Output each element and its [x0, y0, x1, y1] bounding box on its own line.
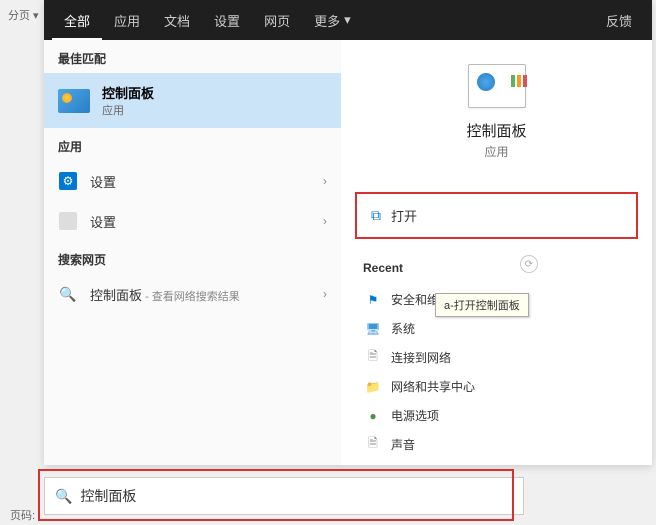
outer-tab: 分页 ▾ — [0, 5, 47, 25]
tab-apps[interactable]: 应用 — [102, 1, 152, 40]
best-match-item[interactable]: 控制面板 应用 — [44, 73, 341, 128]
power-icon: ● — [365, 408, 381, 424]
chevron-right-icon: › — [323, 214, 327, 228]
detail-title: 控制面板 — [466, 120, 526, 141]
tab-all[interactable]: 全部 — [52, 1, 102, 40]
best-match-title: 控制面板 — [102, 83, 154, 102]
chevron-down-icon: ▾ — [344, 12, 351, 28]
search-results-panel: 全部 应用 文档 设置 网页 更多 ▾ 反馈 最佳匹配 控制面板 应用 应用 ⚙ — [44, 0, 652, 465]
tab-more[interactable]: 更多 ▾ — [302, 1, 363, 40]
open-action[interactable]: ⧉ 打开 — [355, 192, 638, 239]
tooltip: a-打开控制面板 — [435, 293, 529, 317]
gear-icon — [59, 212, 77, 230]
detail-subtitle: 应用 — [484, 143, 508, 160]
search-icon: 🔍 — [58, 284, 78, 304]
tab-docs[interactable]: 文档 — [152, 1, 202, 40]
best-match-subtitle: 应用 — [102, 102, 154, 118]
chevron-right-icon: › — [323, 287, 327, 301]
open-icon: ⧉ — [371, 207, 381, 224]
folder-icon: 📁 — [365, 379, 381, 395]
close-circle-icon[interactable]: ⟳ — [520, 255, 538, 273]
recent-item-network-sharing[interactable]: 📁 网络和共享中心 — [363, 372, 630, 401]
doc-icon: 🗎 — [365, 437, 381, 453]
control-panel-large-icon — [468, 64, 526, 108]
app-item-settings-2[interactable]: 设置 › — [44, 201, 341, 241]
footer-page-label: 页码: — [10, 507, 35, 523]
app-item-settings-1[interactable]: ⚙ 设置 › — [44, 161, 341, 201]
feedback-link[interactable]: 反馈 — [594, 1, 644, 40]
tab-settings[interactable]: 设置 — [202, 1, 252, 40]
recent-item-network-connect[interactable]: 🗎 连接到网络 — [363, 343, 630, 372]
gear-icon: ⚙ — [59, 172, 77, 190]
recent-item-power[interactable]: ● 电源选项 — [363, 401, 630, 430]
search-icon: 🔍 — [55, 488, 72, 505]
search-input[interactable] — [80, 488, 513, 504]
monitor-icon: 🖥 — [365, 321, 381, 337]
flag-icon: ⚑ — [365, 292, 381, 308]
best-match-label: 最佳匹配 — [44, 40, 341, 73]
search-filter-bar: 全部 应用 文档 设置 网页 更多 ▾ 反馈 — [44, 0, 652, 40]
web-search-item[interactable]: 🔍 控制面板 - 查看网络搜索结果 › — [44, 274, 341, 314]
doc-icon: 🗎 — [365, 350, 381, 366]
recent-item-system[interactable]: 🖥 系统 — [363, 314, 630, 343]
control-panel-icon — [58, 89, 90, 113]
tab-web[interactable]: 网页 — [252, 1, 302, 40]
apps-section-label: 应用 — [44, 128, 341, 161]
chevron-right-icon: › — [323, 174, 327, 188]
web-section-label: 搜索网页 — [44, 241, 341, 274]
results-left-column: 最佳匹配 控制面板 应用 应用 ⚙ 设置 › 设置 › 搜索网页 — [44, 40, 341, 465]
recent-label: Recent — [363, 261, 630, 275]
results-right-column: 控制面板 应用 ⧉ 打开 Recent ⚑ 安全和维护 🖥 系统 — [341, 40, 652, 465]
recent-item-sound[interactable]: 🗎 声音 — [363, 430, 630, 459]
search-bar[interactable]: 🔍 — [44, 477, 524, 515]
